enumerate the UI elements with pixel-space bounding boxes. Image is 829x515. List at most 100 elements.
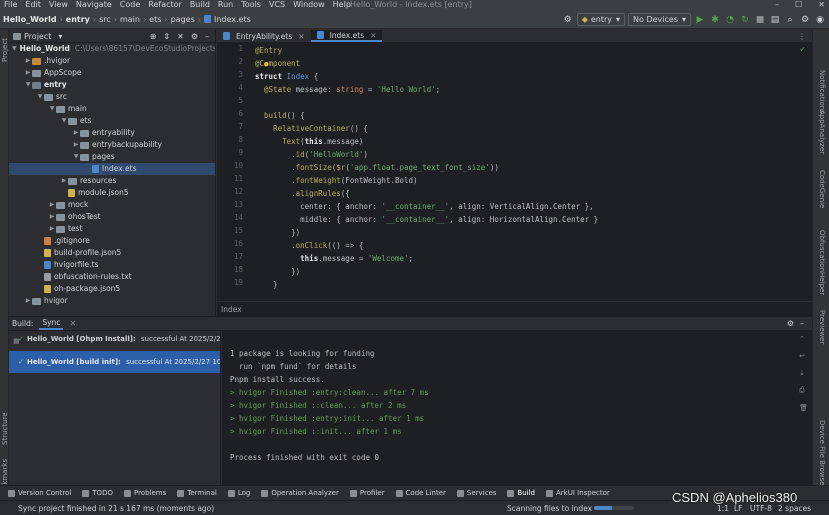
menu-view[interactable]: View: [49, 0, 68, 10]
device-dropdown[interactable]: No Devices ▾: [628, 13, 691, 26]
tree-item-test[interactable]: ▶ test: [9, 223, 215, 235]
gear-icon[interactable]: ⚙: [787, 319, 794, 328]
chevron-down-icon[interactable]: ▾: [58, 32, 62, 41]
tool-operation-analyzer[interactable]: Operation Analyzer: [261, 489, 339, 497]
chevron-right-icon[interactable]: ▶: [72, 127, 80, 139]
tree-item-entrybackupability[interactable]: ▶ entrybackupability: [9, 139, 215, 151]
tool-build[interactable]: Build: [507, 489, 535, 497]
tool-problems[interactable]: Problems: [123, 489, 166, 497]
appanalyzer-tool-tab[interactable]: AppAnalyzer: [818, 110, 826, 154]
close-icon[interactable]: ✕: [370, 31, 376, 40]
menu-file[interactable]: File: [4, 0, 17, 10]
project-view-selector[interactable]: Project: [24, 32, 51, 41]
device-file-browser-tool-tab[interactable]: Device File Browser: [818, 420, 826, 488]
tree-item-hvigorfile-ts[interactable]: hvigorfile.ts: [9, 259, 215, 271]
menu-edit[interactable]: Edit: [25, 0, 41, 10]
tool-todo[interactable]: TODO: [82, 489, 113, 497]
tool-terminal[interactable]: Terminal: [177, 489, 217, 497]
tool-services[interactable]: Services: [456, 489, 496, 497]
locate-icon[interactable]: ⊕: [150, 32, 157, 41]
build-console[interactable]: 1 package is looking for funding run `np…: [222, 331, 812, 486]
gear-icon[interactable]: ⚙: [191, 32, 198, 41]
chevron-right-icon[interactable]: ▶: [48, 211, 56, 223]
chevron-right-icon[interactable]: ▶: [48, 223, 56, 235]
menu-tools[interactable]: Tools: [241, 0, 261, 10]
previewer-tool-tab[interactable]: Previewer: [818, 310, 826, 344]
settings-gear-icon[interactable]: ⚙: [562, 13, 574, 26]
search-icon[interactable]: ⌕: [784, 13, 796, 26]
breadcrumb-entry[interactable]: entry: [66, 15, 90, 24]
tool-log[interactable]: Log: [227, 489, 250, 497]
close-panel-icon[interactable]: ✕: [177, 32, 184, 41]
close-icon[interactable]: ✕: [298, 32, 304, 41]
run-icon[interactable]: ▶: [694, 13, 706, 26]
tree-item-oh-package-json5[interactable]: oh-package.json5: [9, 283, 215, 295]
debug-icon[interactable]: ✱: [709, 13, 721, 26]
tab-entryability[interactable]: EntryAbility.ets ✕: [217, 30, 311, 42]
chevron-down-icon[interactable]: ▼: [60, 115, 68, 127]
tree-item-hvigor[interactable]: ▶ .hvigor: [9, 55, 215, 67]
scroll-end-icon[interactable]: ⇣: [799, 369, 808, 377]
reload-icon[interactable]: ↻: [739, 13, 751, 26]
chevron-right-icon[interactable]: ▶: [72, 139, 80, 151]
chevron-down-icon[interactable]: ▼: [36, 91, 44, 103]
chevron-right-icon[interactable]: ▶: [24, 67, 32, 79]
hide-icon[interactable]: –: [800, 319, 812, 328]
menu-window[interactable]: Window: [293, 0, 325, 10]
menu-code[interactable]: Code: [120, 0, 140, 10]
tree-item-mock[interactable]: ▶ mock: [9, 199, 215, 211]
stop-icon[interactable]: ■: [754, 13, 766, 26]
menu-run[interactable]: Run: [218, 0, 233, 10]
breadcrumb-project[interactable]: Hello_World: [3, 15, 57, 24]
trash-icon[interactable]: 🗑: [799, 404, 808, 412]
run-config-dropdown[interactable]: ◆ entry ▾: [576, 13, 626, 26]
breadcrumb-main[interactable]: main: [120, 15, 140, 24]
chevron-down-icon[interactable]: ▼: [12, 43, 17, 55]
tree-item-resources[interactable]: ▶ resources: [9, 175, 215, 187]
codegenie-tool-tab[interactable]: CodeGenie: [818, 170, 826, 208]
minimize-icon[interactable]: –: [775, 0, 779, 10]
menu-vcs[interactable]: VCS: [269, 0, 285, 10]
more-tabs-icon[interactable]: ⋮: [798, 30, 812, 42]
breadcrumb-ets[interactable]: ets: [149, 15, 161, 24]
breadcrumb-file[interactable]: Index.ets: [214, 15, 251, 24]
tool-arkui-inspector[interactable]: ArkUI Inspector: [546, 489, 610, 497]
tree-item-build-profile-json5[interactable]: build-profile.json5: [9, 247, 215, 259]
tree-item-gitignore[interactable]: .gitignore: [9, 235, 215, 247]
structure-tool-tab[interactable]: Structure: [1, 412, 9, 445]
chevron-down-icon[interactable]: ▼: [24, 79, 32, 91]
tree-item-entry[interactable]: ▼ entry: [9, 79, 215, 91]
tree-item-entryability[interactable]: ▶ entryability: [9, 127, 215, 139]
menu-refactor[interactable]: Refactor: [148, 0, 182, 10]
menu-navigate[interactable]: Navigate: [76, 0, 112, 10]
close-icon[interactable]: ✕: [69, 319, 76, 328]
tool-version-control[interactable]: Version Control: [8, 489, 71, 497]
up-icon[interactable]: ⌃: [799, 335, 808, 343]
hide-icon[interactable]: –: [205, 32, 209, 41]
tab-sync[interactable]: Sync: [39, 317, 64, 330]
tree-item-ohostest[interactable]: ▶ ohosTest: [9, 211, 215, 223]
settings-icon[interactable]: ⚙: [799, 13, 811, 26]
obfuscationhelper-tool-tab[interactable]: ObfuscationHelper: [818, 230, 826, 295]
breadcrumb-pages[interactable]: pages: [171, 15, 195, 24]
tree-item-module-json5[interactable]: module.json5: [9, 187, 215, 199]
menu-build[interactable]: Build: [190, 0, 210, 10]
chevron-right-icon[interactable]: ▶: [24, 55, 32, 67]
tree-item-pages[interactable]: ▼ pages: [9, 151, 215, 163]
tree-item-main[interactable]: ▼ main: [9, 103, 215, 115]
chevron-down-icon[interactable]: ▼: [72, 151, 80, 163]
build-item-ohpm-install[interactable]: ✓ Hello_World [Ohpm Install]: successful…: [9, 333, 220, 346]
indexing-status[interactable]: Scanning files to index: [507, 504, 592, 513]
breadcrumb-src[interactable]: src: [99, 15, 111, 24]
collapse-all-icon[interactable]: ⇕: [163, 32, 170, 41]
tab-index[interactable]: Index.ets ✕: [310, 30, 383, 42]
tree-item-src[interactable]: ▼ src: [9, 91, 215, 103]
profile-icon[interactable]: ◔: [724, 13, 736, 26]
tree-item-index-ets[interactable]: Index.ets: [9, 163, 215, 175]
tree-item-obfuscation-rules-txt[interactable]: obfuscation-rules.txt: [9, 271, 215, 283]
chevron-right-icon[interactable]: ▶: [60, 175, 68, 187]
code-content[interactable]: @Entry @C●mponent struct Index { @State …: [255, 43, 812, 301]
menu-help[interactable]: Help: [333, 0, 351, 10]
maximize-icon[interactable]: ☐: [795, 0, 802, 10]
project-tool-tab[interactable]: Project: [1, 38, 9, 62]
